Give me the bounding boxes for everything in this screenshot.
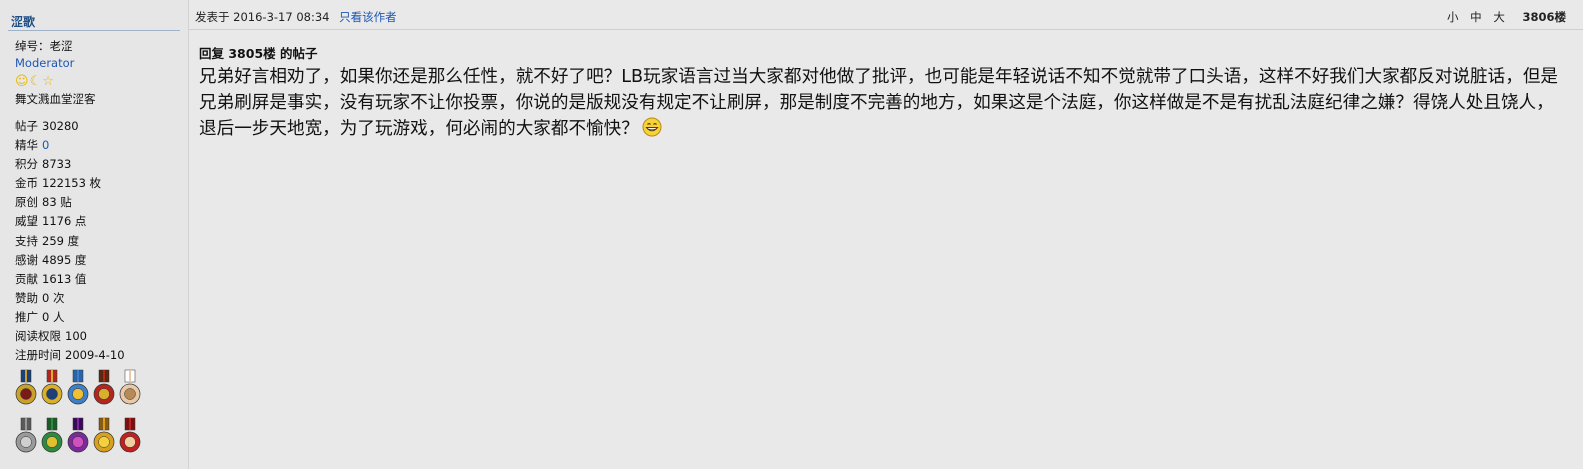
- floor-number[interactable]: 3806楼: [1522, 10, 1566, 24]
- stat-row: 赞助 0 次: [15, 289, 125, 308]
- medal-showcase: [14, 368, 182, 464]
- stat-label: 推广: [15, 309, 38, 324]
- medal-red-cross-icon[interactable]: [92, 368, 116, 410]
- medal-star-icon[interactable]: [40, 368, 64, 410]
- stat-label: 金币: [15, 176, 38, 191]
- medal-green-cross-icon[interactable]: [40, 416, 64, 458]
- stat-row: 注册时间 2009-4-10: [15, 346, 125, 365]
- stat-label: 帖子: [15, 119, 38, 133]
- stat-value: 0 次: [42, 290, 65, 305]
- medal-row: [14, 416, 182, 458]
- medal-rosette-icon[interactable]: [118, 416, 142, 458]
- star-icon: ☆: [42, 74, 54, 89]
- rank-icons: ☺ ☾ ☆: [15, 72, 183, 91]
- stat-value: 2009-4-10: [65, 348, 125, 363]
- reply-title: 回复 3805楼 的帖子: [199, 46, 318, 61]
- stat-value[interactable]: 0: [42, 138, 49, 152]
- stat-row: 积分 8733: [15, 155, 125, 174]
- post-tools: 小 中 大 3806楼: [1447, 9, 1566, 25]
- author-stats: 帖子 30280 精华 0 积分 8733 金币 122153 枚原创 83 贴威望 1176 点…: [15, 117, 125, 365]
- font-small-button[interactable]: 小: [1447, 10, 1459, 24]
- post-text: 兄弟好言相劝了，如果你还是那么任性，就不好了吧？LB玩家语言过当大家都对他做了批…: [199, 67, 1559, 139]
- stat-label: 阅读权限: [15, 329, 61, 344]
- stat-row: 精华 0: [15, 136, 125, 155]
- medal-gold-icon[interactable]: [92, 416, 116, 458]
- post-header: 发表于 2016-3-17 08:34 只看该作者 小 中 大 3806楼: [189, 0, 1583, 30]
- stat-value: 0 人: [42, 309, 65, 324]
- stat-label: 支持: [15, 233, 38, 248]
- stat-row: 金币 122153 枚: [15, 174, 125, 193]
- stat-label: 精华: [15, 138, 38, 153]
- stat-value: 122153 枚: [42, 176, 102, 191]
- author-group: 舞文溅血堂涩客: [15, 92, 96, 106]
- stat-label: 积分: [15, 157, 38, 172]
- stat-value: 1613 值: [42, 271, 87, 286]
- stat-label: 感谢: [15, 252, 38, 267]
- stat-label: 威望: [15, 214, 38, 229]
- post-body: 兄弟好言相劝了，如果你还是那么任性，就不好了吧？LB玩家语言过当大家都对他做了批…: [199, 64, 1564, 145]
- author-nickname: 绰号：老涩: [15, 39, 73, 53]
- medal-cross-icon[interactable]: [14, 368, 38, 410]
- grin-icon: [642, 117, 662, 145]
- author-name-bar: 涩歌: [8, 12, 180, 31]
- stat-row: 支持 259 度: [15, 232, 125, 251]
- stat-value: 1176 点: [42, 214, 87, 229]
- only-author-link[interactable]: 只看该作者: [339, 10, 397, 24]
- stat-row: 帖子 30280: [15, 117, 125, 136]
- font-large-button[interactable]: 大: [1493, 10, 1505, 24]
- stat-label: 注册时间: [15, 348, 61, 363]
- stat-value: 30280: [42, 119, 79, 133]
- post-meta: 发表于 2016-3-17 08:34 只看该作者: [195, 9, 397, 25]
- author-name[interactable]: 涩歌: [11, 13, 35, 30]
- moon-icon: ☾: [29, 74, 42, 89]
- stat-value: 100: [65, 329, 87, 344]
- stat-value: 8733: [42, 157, 72, 172]
- stat-row: 贡献 1613 值: [15, 270, 125, 289]
- stat-row: 原创 83 贴: [15, 193, 125, 212]
- stat-label: 原创: [15, 195, 38, 210]
- author-sidebar: 涩歌 绰号：老涩 Moderator ☺ ☾ ☆ 舞文溅血堂涩客 帖子 30280…: [0, 0, 189, 469]
- font-medium-button[interactable]: 中: [1470, 10, 1482, 24]
- author-title[interactable]: Moderator: [15, 55, 183, 72]
- stat-row: 阅读权限 100: [15, 327, 125, 346]
- medal-purple-icon[interactable]: [66, 416, 90, 458]
- stat-label: 赞助: [15, 290, 38, 305]
- medal-silver-star-icon[interactable]: [14, 416, 38, 458]
- stat-value: 83 贴: [42, 195, 72, 210]
- stat-label: 贡献: [15, 271, 38, 286]
- stat-value: 259 度: [42, 233, 80, 248]
- medal-ribbon-icon[interactable]: [66, 368, 90, 410]
- stat-value: 4895 度: [42, 252, 87, 267]
- stat-row: 威望 1176 点: [15, 212, 125, 231]
- medal-row: [14, 368, 182, 410]
- stat-row: 感谢 4895 度: [15, 251, 125, 270]
- stat-row: 推广 0 人: [15, 308, 125, 327]
- medal-piggy-icon[interactable]: [118, 368, 142, 410]
- post-timestamp: 发表于 2016-3-17 08:34: [195, 10, 330, 24]
- smiley-icon: ☺: [15, 74, 29, 89]
- author-profile: 绰号：老涩 Moderator ☺ ☾ ☆ 舞文溅血堂涩客: [15, 38, 183, 108]
